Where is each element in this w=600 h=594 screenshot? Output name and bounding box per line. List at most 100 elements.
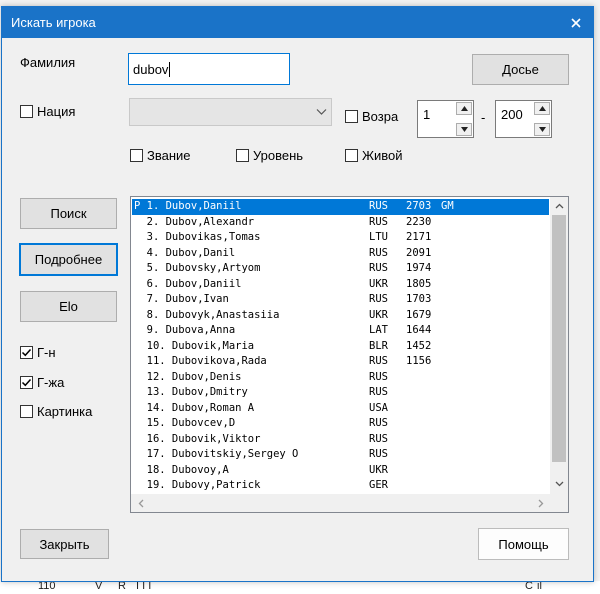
age-to-spinner[interactable]: 200 [495,100,552,138]
age-from-up-button[interactable] [456,102,472,115]
player-row[interactable]: 16. Dubovik,Viktor RUS [132,432,549,448]
player-row[interactable]: 3. Dubovikas,Tomas LTU 2171 [132,230,549,246]
female-checkbox[interactable]: Г-жа [20,375,64,390]
picture-label: Картинка [37,404,93,419]
age-checkbox-box [345,110,358,123]
age-checkbox[interactable]: Возра [345,109,403,124]
player-federation: RUS [369,215,388,228]
surname-input[interactable]: dubov [128,53,290,85]
title-bar[interactable]: Искать игрока [2,7,593,38]
player-row[interactable]: 8. Dubovyk,Anastasiia UKR 1679 [132,308,549,324]
player-name: 19. Dubovy,Patrick [134,479,261,491]
text-caret [169,61,171,77]
level-checkbox[interactable]: Уровень [236,148,303,163]
player-row[interactable]: 5. Dubovsky,Artyom RUS 1974 [132,261,549,277]
nation-checkbox[interactable]: Нация [20,104,75,119]
player-name: P 1. Dubov,Daniil [134,200,242,212]
player-rating: 1452 [406,339,432,352]
age-to-value: 200 [501,107,523,122]
age-to-up-button[interactable] [534,102,550,115]
player-row[interactable]: 15. Dubovcev,D RUS [132,416,549,432]
player-row[interactable]: 12. Dubov,Denis RUS [132,370,549,386]
player-federation: LTU [369,231,388,243]
player-row[interactable]: 19. Dubovy,Patrick GER [132,478,549,494]
player-federation: RUS [369,432,388,445]
player-row[interactable]: 10. Dubovik,Maria BLR 1452 [132,339,549,355]
player-list[interactable]: P 1. Dubov,Daniil RUS 2703 GM 2. Dubov,Alex… [130,196,569,513]
player-federation: RUS [369,448,388,460]
scroll-right-button[interactable] [533,494,549,512]
player-federation: UKR [369,463,388,476]
player-row[interactable]: 9. Dubova,Anna LAT 1644 [132,323,549,339]
player-row[interactable]: 7. Dubov,Ivan RUS 1703 [132,292,549,308]
level-label: Уровень [253,148,304,163]
chevron-down-icon [316,109,327,115]
age-label: Возра [362,109,399,124]
player-rating: 1156 [406,355,432,367]
player-row[interactable]: 13. Dubov,Dmitry RUS [132,385,549,401]
player-federation: RUS [369,246,388,259]
age-to-down-button[interactable] [534,123,550,136]
player-row[interactable]: 17. Dubovitskiy,Sergey O RUS [132,447,549,463]
player-federation: RUS [369,262,388,274]
triangle-up-icon [460,106,468,111]
player-federation: USA [369,401,388,414]
help-button[interactable]: Помощь [478,528,569,560]
male-checkbox-box [20,346,33,359]
vertical-scroll-thumb[interactable] [552,215,566,462]
close-icon [571,17,581,28]
male-checkbox[interactable]: Г-н [20,345,56,360]
level-checkbox-box [236,149,249,162]
horizontal-scrollbar[interactable] [131,494,551,512]
player-name: 4. Dubov,Danil [134,246,236,259]
player-rating: 1679 [406,308,432,321]
player-name: 6. Dubov,Daniil [134,277,242,290]
search-button[interactable]: Поиск [20,198,117,229]
player-federation: GER [369,479,388,491]
triangle-up-icon [538,106,546,111]
player-federation: RUS [369,355,388,367]
chevron-down-icon [555,481,563,487]
player-row[interactable]: 2. Dubov,Alexandr RUS 2230 [132,215,549,231]
player-federation: RUS [369,200,388,212]
player-row[interactable]: 6. Dubov,Daniil UKR 1805 [132,277,549,293]
close-window-button[interactable] [559,7,593,38]
player-row[interactable]: 14. Dubov,Roman A USA [132,401,549,417]
triangle-down-icon [460,127,468,132]
nation-label: Нация [37,104,76,119]
vertical-scrollbar[interactable] [550,197,568,512]
player-name: 9. Dubova,Anna [134,324,236,336]
player-row[interactable]: 4. Dubov,Danil RUS 2091 [132,246,549,262]
player-rating: 2171 [406,231,432,243]
player-name: 17. Dubovitskiy,Sergey O [134,448,299,460]
surname-label: Фамилия [20,55,76,70]
picture-checkbox[interactable]: Картинка [20,404,92,419]
player-federation: RUS [369,417,388,429]
rank-checkbox[interactable]: Звание [130,148,191,163]
elo-button[interactable]: Elo [20,291,117,322]
dossier-button[interactable]: Досье [472,54,569,85]
scroll-down-button[interactable] [550,476,568,492]
player-name: 18. Dubovoy,A [134,463,229,476]
player-federation: UKR [369,308,388,321]
surname-value: dubov [133,61,169,77]
nation-dropdown[interactable] [129,98,332,126]
player-federation: LAT [369,324,388,336]
alive-checkbox[interactable]: Живой [345,148,403,163]
chevron-left-icon [138,499,144,507]
player-row[interactable]: P 1. Dubov,Daniil RUS 2703 GM [132,199,549,215]
chevron-up-icon [555,203,563,209]
scroll-up-button[interactable] [550,198,568,214]
scroll-left-button[interactable] [133,494,149,512]
close-button[interactable]: Закрыть [20,529,109,559]
age-from-down-button[interactable] [456,123,472,136]
age-from-spinner[interactable]: 1 [417,100,474,138]
checkmark-icon [21,378,32,387]
age-range-separator: - [481,110,486,125]
scrollbar-corner [550,494,568,512]
background-app-status: 110 V R I I I C il [0,581,600,594]
details-button[interactable]: Подробнее [19,243,118,276]
player-rating: 1805 [406,277,432,290]
player-row[interactable]: 18. Dubovoy,A UKR [132,463,549,479]
player-row[interactable]: 11. Dubovikova,Rada RUS 1156 [132,354,549,370]
